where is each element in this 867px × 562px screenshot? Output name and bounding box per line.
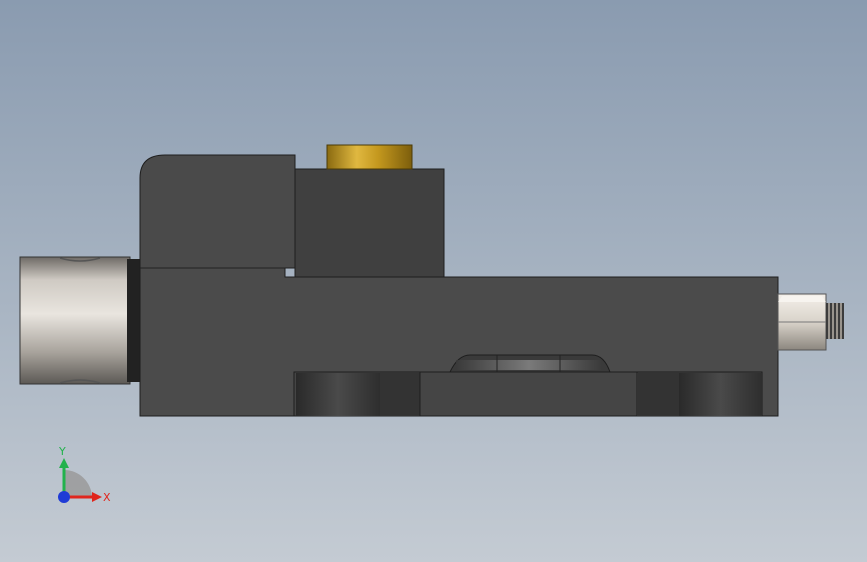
coordinate-triad: Y X xyxy=(58,445,111,504)
bottom-recess[interactable] xyxy=(293,371,763,417)
right-nut-bolt[interactable] xyxy=(777,293,844,351)
upper-left-block[interactable] xyxy=(139,154,296,269)
triad-x-label: X xyxy=(103,491,111,504)
upper-right-block[interactable] xyxy=(294,168,445,278)
left-cylinder[interactable] xyxy=(19,256,141,385)
graphics-viewport[interactable]: Y X xyxy=(0,0,867,562)
triad-y-label: Y xyxy=(58,445,66,458)
brass-fitting[interactable] xyxy=(326,144,413,170)
center-pivot[interactable] xyxy=(449,354,611,373)
